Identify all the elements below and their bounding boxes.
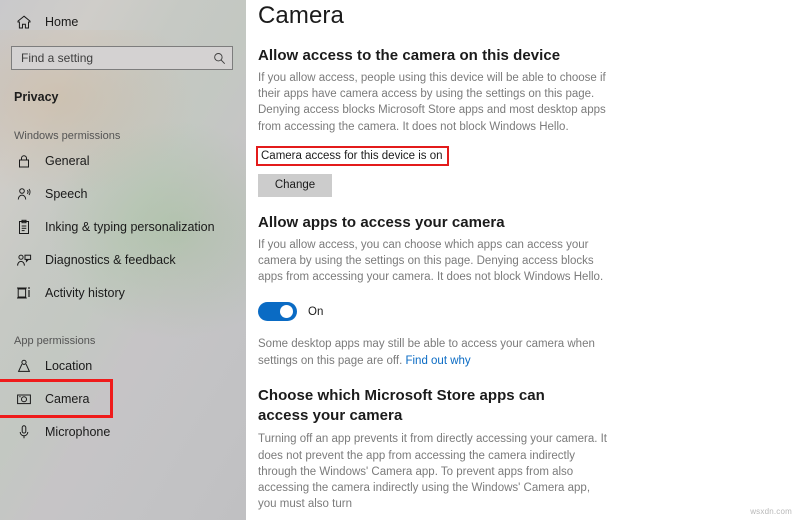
page-title: Camera [258, 2, 344, 29]
find-out-why-link[interactable]: Find out why [405, 355, 470, 367]
sidebar-group-label-windows-permissions: Windows permissions [14, 130, 121, 142]
main-content: Camera Allow access to the camera on thi… [246, 0, 800, 520]
section-body-store-apps: Turning off an app prevents it from dire… [258, 433, 607, 511]
apps-access-toggle-row: On [258, 302, 800, 322]
watermark: wsxdn.com [750, 507, 792, 516]
camera-icon [16, 391, 32, 407]
sidebar-item-microphone-label: Microphone [45, 424, 111, 439]
sidebar-item-inking-typing[interactable]: Inking & typing personalization [0, 210, 246, 243]
sidebar-item-location[interactable]: Location [0, 349, 246, 382]
sidebar-item-microphone[interactable]: Microphone [0, 415, 246, 448]
section-body-device-access: If you allow access, people using this d… [258, 72, 606, 133]
camera-access-status-badge: Camera access for this device is on [256, 145, 449, 166]
toggle-knob [280, 305, 293, 319]
sidebar-item-speech[interactable]: Speech [0, 177, 246, 210]
settings-window: Home Privacy Windows permissions [0, 0, 800, 520]
section-heading-store-apps: Choose which Microsoft Store apps can ac… [258, 386, 545, 424]
clipboard-pen-icon [16, 219, 32, 235]
activity-timeline-icon [16, 285, 32, 301]
sidebar-item-speech-label: Speech [45, 186, 88, 201]
sidebar-item-camera[interactable]: Camera [0, 379, 113, 418]
sidebar-item-location-label: Location [45, 358, 93, 373]
search-icon[interactable] [213, 52, 226, 65]
change-button[interactable]: Change [258, 173, 332, 197]
sidebar-item-diagnostics-feedback[interactable]: Diagnostics & feedback [0, 243, 246, 276]
sidebar-group-label-app-permissions: App permissions [14, 335, 96, 347]
search-input[interactable] [21, 47, 213, 69]
sidebar-item-activity-history-label: Activity history [45, 285, 125, 300]
sidebar-app-section-title: Privacy [14, 90, 59, 104]
lock-icon [16, 153, 32, 169]
section-heading-device-access: Allow access to the camera on this devic… [258, 47, 561, 64]
sidebar-item-general-label: General [45, 153, 90, 168]
apps-access-toggle-state: On [308, 305, 324, 318]
speech-person-icon [16, 186, 32, 202]
section-body-apps-access: If you allow access, you can choose whic… [258, 238, 604, 284]
search-box[interactable] [11, 46, 233, 70]
home-icon [16, 14, 32, 30]
sidebar-item-camera-label: Camera [45, 391, 90, 406]
apps-access-toggle[interactable] [258, 302, 297, 322]
location-pin-icon [16, 358, 32, 374]
sidebar-item-home-label: Home [45, 15, 79, 29]
sidebar-item-inking-typing-label: Inking & typing personalization [45, 219, 215, 234]
microphone-icon [16, 424, 32, 440]
section-heading-apps-access: Allow apps to access your camera [258, 213, 505, 231]
person-feedback-icon [16, 252, 32, 268]
sidebar-item-diagnostics-feedback-label: Diagnostics & feedback [45, 252, 176, 267]
sidebar-item-general[interactable]: General [0, 144, 246, 177]
sidebar-item-home[interactable]: Home [0, 6, 246, 38]
sidebar: Home Privacy Windows permissions [0, 0, 246, 520]
desktop-apps-note: Some desktop apps may still be able to a… [258, 336, 610, 368]
sidebar-item-activity-history[interactable]: Activity history [0, 276, 246, 309]
